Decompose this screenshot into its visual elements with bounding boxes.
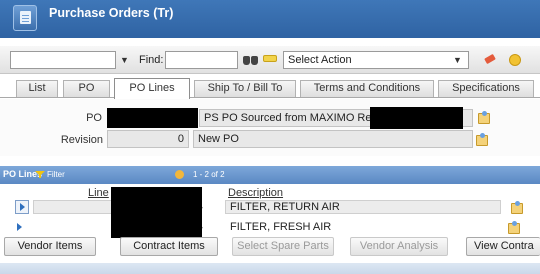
- binoculars-icon[interactable]: [243, 52, 259, 66]
- tab-terms-and-conditions[interactable]: Terms and Conditions: [300, 80, 434, 97]
- select-spare-parts-button[interactable]: Select Spare Parts: [232, 237, 334, 256]
- tab-list[interactable]: List: [16, 80, 58, 97]
- view-contracts-button[interactable]: View Contra: [466, 237, 540, 256]
- app-title: Purchase Orders (Tr): [49, 6, 174, 20]
- status-long-description-icon[interactable]: [475, 133, 488, 146]
- purchase-order-app-icon: [13, 5, 37, 31]
- toolbar: ▼ Find: Select Action ▼: [0, 46, 540, 74]
- download-icon[interactable]: [175, 170, 184, 179]
- revision-value: 0: [177, 133, 184, 145]
- section-divider: [0, 263, 540, 274]
- status-field[interactable]: New PO: [193, 130, 473, 148]
- find-label: Find:: [139, 54, 164, 66]
- row-select-arrow-icon[interactable]: [17, 223, 22, 231]
- row-count: 1 - 2 of 2: [193, 170, 225, 179]
- po-lines-title: PO Lines: [3, 169, 43, 179]
- line-cell: [33, 220, 113, 234]
- description-value: FILTER, FRESH AIR: [230, 221, 332, 233]
- tab-po-lines[interactable]: PO Lines: [114, 78, 190, 99]
- po-lines-header: PO Lines Filter 1 - 2 of 2: [0, 166, 540, 184]
- lightbulb-icon[interactable]: [509, 54, 521, 66]
- status-value: New PO: [198, 133, 239, 145]
- query-dropdown-chevron-icon[interactable]: ▼: [118, 51, 131, 69]
- po-label: PO: [86, 112, 102, 124]
- po-description-value: PS PO Sourced from MAXIMO Requ: [204, 112, 384, 124]
- column-header-description[interactable]: Description: [228, 187, 283, 199]
- revision-field: 0: [107, 130, 189, 148]
- tab-bar: List PO PO Lines Ship To / Bill To Terms…: [0, 78, 540, 99]
- long-description-icon[interactable]: [477, 111, 490, 124]
- row-long-description-icon[interactable]: [510, 201, 523, 214]
- query-select[interactable]: [10, 51, 116, 69]
- clear-changes-icon[interactable]: [483, 54, 497, 66]
- tab-ship-to-bill-to[interactable]: Ship To / Bill To: [194, 80, 296, 97]
- contract-items-button[interactable]: Contract Items: [120, 237, 218, 256]
- column-header-line[interactable]: Line: [88, 187, 109, 199]
- description-cell: FILTER, FRESH AIR: [225, 220, 501, 234]
- table-row[interactable]: › FILTER, RETURN AIR: [0, 200, 540, 214]
- revision-label: Revision: [60, 134, 103, 146]
- line-cell: [33, 200, 113, 214]
- filter-label[interactable]: Filter: [47, 170, 65, 179]
- tab-po[interactable]: PO: [63, 80, 110, 97]
- row-long-description-icon[interactable]: [507, 221, 520, 234]
- description-cell: FILTER, RETURN AIR: [225, 200, 501, 214]
- row-select-arrow-icon[interactable]: [15, 200, 29, 214]
- find-input[interactable]: [165, 51, 238, 69]
- select-action-label: Select Action: [288, 54, 352, 66]
- title-bar: Purchase Orders (Tr): [0, 0, 540, 38]
- select-action-dropdown[interactable]: Select Action: [283, 51, 469, 69]
- vendor-items-button[interactable]: Vendor Items: [4, 237, 96, 256]
- description-value: FILTER, RETURN AIR: [230, 201, 340, 213]
- description-redacted: [370, 107, 463, 129]
- po-number-redacted: [107, 108, 198, 128]
- tab-specifications[interactable]: Specifications: [438, 80, 534, 97]
- vendor-analysis-button[interactable]: Vendor Analysis: [350, 237, 448, 256]
- table-row[interactable]: › FILTER, FRESH AIR: [0, 220, 540, 234]
- select-action-chevron-icon[interactable]: ▼: [451, 51, 464, 69]
- line-column-redacted: [111, 187, 202, 238]
- highlighter-icon: [263, 55, 277, 62]
